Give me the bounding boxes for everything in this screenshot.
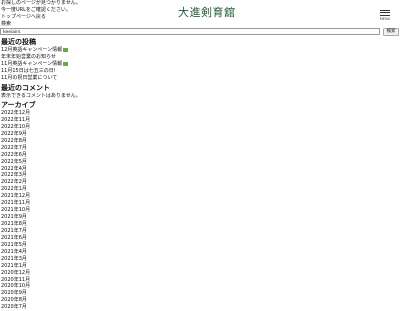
archive-link[interactable]: 2022年5月: [1, 159, 27, 165]
archive-item: 2021年3月: [1, 256, 36, 263]
archive-link[interactable]: 2021年12月: [1, 193, 30, 199]
archive-section: アーカイブ 2022年12月 2022年11月 2022年10月 2022年9月 202…: [1, 101, 36, 311]
archive-link[interactable]: 2021年6月: [1, 235, 27, 241]
recent-post-item: 11月15日は七五三の日!: [1, 68, 68, 75]
archive-item: 2021年8月: [1, 221, 36, 228]
archive-item: 2021年9月: [1, 214, 36, 221]
new-badge-icon: [63, 61, 69, 66]
archive-link[interactable]: 2021年10月: [1, 207, 30, 213]
archive-link[interactable]: 2021年1月: [1, 263, 27, 269]
archive-link[interactable]: 2022年10月: [1, 124, 30, 130]
recent-post-item: 11月の祝日営業について: [1, 75, 68, 82]
archive-item: 2021年1月: [1, 263, 36, 270]
archive-item: 2022年11月: [1, 117, 36, 124]
recent-posts-section: 最近の投稿 12月英語キャンペーン情報 年末年始営業のお知らせ 11月英語キャンペー…: [1, 38, 69, 82]
archive-link[interactable]: 2022年3月: [1, 172, 27, 178]
archive-link[interactable]: 2021年5月: [1, 242, 27, 248]
menu-button[interactable]: MENU: [378, 8, 392, 22]
archive-list: 2022年12月 2022年11月 2022年10月 2022年9月 2022年8月 20…: [1, 110, 36, 311]
archive-item: 2022年9月: [1, 131, 36, 138]
archive-item: 2022年8月: [1, 138, 36, 145]
archive-link[interactable]: 2022年11月: [1, 117, 30, 123]
recent-comments-section: 最近のコメント 表示できるコメントはありません。: [1, 84, 81, 100]
archive-link[interactable]: 2020年8月: [1, 297, 27, 303]
archive-item: 2022年7月: [1, 145, 36, 152]
archive-link[interactable]: 2021年7月: [1, 228, 27, 234]
archive-link[interactable]: 2022年2月: [1, 179, 27, 185]
recent-post-item: 年末年始営業のお知らせ: [1, 54, 68, 61]
archive-link[interactable]: 2022年9月: [1, 131, 27, 137]
recent-post-link[interactable]: 11月15日は七五三の日!: [1, 68, 56, 74]
recent-posts-title: 最近の投稿: [1, 38, 36, 46]
archive-item: 2022年6月: [1, 152, 36, 159]
archive-item: 2022年10月: [1, 124, 36, 131]
archive-link[interactable]: 2021年11月: [1, 200, 30, 206]
archive-link[interactable]: 2022年12月: [1, 110, 30, 116]
recent-post-link[interactable]: 年末年始営業のお知らせ: [1, 54, 56, 60]
archive-link[interactable]: 2022年8月: [1, 138, 27, 144]
menu-label: MENU: [379, 17, 391, 21]
archive-link[interactable]: 2022年4月: [1, 166, 27, 172]
archive-link[interactable]: 2020年10月: [1, 283, 30, 289]
archive-link[interactable]: 2022年7月: [1, 145, 27, 151]
archive-link[interactable]: 2022年6月: [1, 152, 27, 158]
archive-link[interactable]: 2022年1月: [1, 186, 27, 192]
archive-item: 2020年12月: [1, 270, 36, 277]
recent-post-link[interactable]: 12月英語キャンペーン情報: [1, 47, 62, 53]
archive-item: 2020年8月: [1, 297, 36, 304]
recent-post-link[interactable]: 11月の祝日営業について: [1, 75, 57, 81]
recent-post-item: 12月英語キャンペーン情報: [1, 47, 69, 54]
archive-item: 2022年5月: [1, 159, 36, 166]
archive-link[interactable]: 2020年9月: [1, 290, 27, 296]
archive-item: 2022年12月: [1, 110, 36, 117]
archive-item: 2021年6月: [1, 235, 36, 242]
recent-post-link[interactable]: 11月英語キャンペーン情報: [1, 61, 62, 67]
search-button[interactable]: 検索: [383, 28, 399, 36]
notice-line-1: お探しのページが見つかりません。: [1, 0, 81, 6]
site-logo[interactable]: 大進剣育舘: [178, 6, 236, 19]
archive-link[interactable]: 2020年7月: [1, 304, 27, 310]
recent-posts-list: 12月英語キャンペーン情報 年末年始営業のお知らせ 11月英語キャンペーン情報 11月…: [1, 47, 69, 82]
hamburger-icon: [378, 9, 392, 16]
archive-link[interactable]: 2021年9月: [1, 214, 27, 220]
no-comments-text: 表示できるコメントはありません。: [1, 93, 81, 99]
archive-link[interactable]: 2021年8月: [1, 221, 27, 227]
search-input[interactable]: keeiairs: [0, 28, 380, 35]
archive-title: アーカイブ: [1, 101, 36, 109]
notice-line-2: 今一度URLをご確認ください。: [1, 7, 71, 13]
not-found-notice: お探しのページが見つかりません。 今一度URLをご確認ください。 トップページへ…: [1, 0, 171, 21]
back-to-top-link[interactable]: トップページへ戻る: [1, 14, 171, 21]
archive-item: 2020年7月: [1, 304, 36, 311]
search-label: 検索: [1, 21, 12, 27]
recent-post-item: 11月英語キャンペーン情報: [1, 61, 69, 68]
recent-comments-title: 最近のコメント: [1, 84, 50, 92]
archive-item: 2021年5月: [1, 242, 36, 249]
archive-item: 2021年4月: [1, 249, 36, 256]
new-badge-icon: [63, 47, 69, 52]
archive-item: 2021年7月: [1, 228, 36, 235]
archive-link[interactable]: 2021年4月: [1, 249, 27, 255]
search-form: keeiairs 検索: [0, 28, 400, 37]
archive-link[interactable]: 2020年12月: [1, 270, 30, 276]
archive-link[interactable]: 2020年11月: [1, 277, 30, 283]
archive-link[interactable]: 2021年3月: [1, 256, 27, 262]
